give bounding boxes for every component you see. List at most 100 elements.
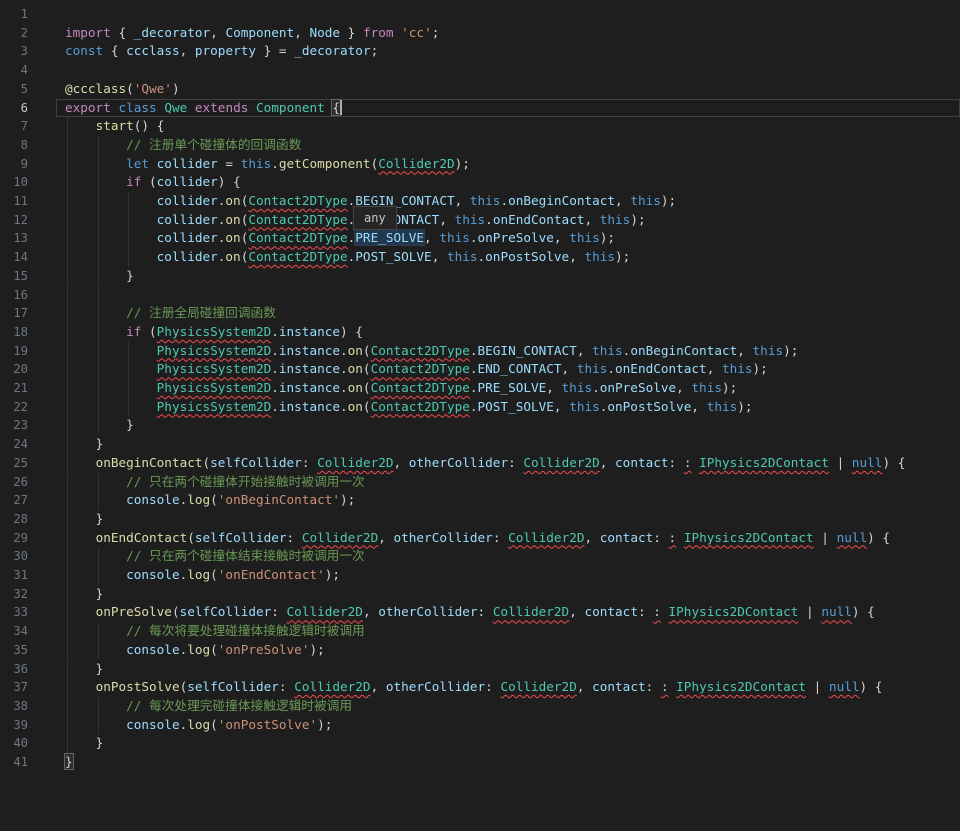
line-number[interactable]: 23 (0, 416, 28, 435)
code-line[interactable]: 20 PhysicsSystem2D.instance.on(Contact2D… (0, 360, 960, 379)
line-number[interactable]: 16 (0, 286, 28, 305)
code-line[interactable]: 7 start() { (0, 117, 960, 136)
code-line[interactable]: 25 onBeginContact(selfCollider: Collider… (0, 453, 960, 473)
code-line[interactable]: 5 @ccclass('Qwe') (0, 80, 960, 99)
code-line[interactable]: 36 } (0, 659, 960, 679)
line-number[interactable]: 4 (0, 61, 28, 80)
line-number[interactable]: 17 (0, 304, 28, 323)
code-token: ; (370, 43, 379, 59)
code-token: ( (210, 492, 218, 508)
line-number[interactable]: 14 (0, 248, 28, 267)
code-line[interactable]: 27 console.log('onBeginContact'); (0, 491, 960, 510)
line-number[interactable]: 38 (0, 697, 28, 716)
line-number[interactable]: 3 (0, 42, 28, 61)
line-content: // 每次处理完碰撞体接触逻辑时被调用 (65, 697, 352, 716)
line-number[interactable]: 39 (0, 716, 28, 735)
code-line[interactable]: 19 PhysicsSystem2D.instance.on(Contact2D… (0, 341, 960, 361)
code-line[interactable]: 22 PhysicsSystem2D.instance.on(Contact2D… (0, 397, 960, 417)
code-line[interactable]: 33 onPreSolve(selfCollider: Collider2D, … (0, 603, 960, 623)
code-line[interactable]: 24 } (0, 435, 960, 454)
code-token-error: null (828, 679, 860, 695)
code-line[interactable]: 15 } (0, 266, 960, 286)
line-number[interactable]: 8 (0, 136, 28, 155)
line-number[interactable]: 10 (0, 173, 28, 192)
line-number[interactable]: 29 (0, 529, 28, 548)
line-number[interactable]: 6 (0, 99, 28, 118)
code-line[interactable]: 34 // 每次将要处理碰撞体接触逻辑时被调用 (0, 622, 960, 641)
line-number[interactable]: 28 (0, 510, 28, 529)
code-line[interactable]: 16 (0, 285, 960, 305)
line-number[interactable]: 9 (0, 155, 28, 174)
line-number[interactable]: 21 (0, 379, 28, 398)
code-token: . (271, 380, 279, 395)
code-line[interactable]: 18 if (PhysicsSystem2D.instance) { (0, 322, 960, 342)
code-line[interactable]: 30 // 只在两个碰撞体结束接触时被调用一次 (0, 547, 960, 566)
code-line[interactable]: 11 collider.on(Contact2DType.BEGIN_CONTA… (0, 192, 960, 211)
line-number[interactable]: 34 (0, 622, 28, 641)
line-number[interactable]: 27 (0, 491, 28, 510)
code-line[interactable]: 3 const { ccclass, property } = _decorato… (0, 42, 960, 61)
code-line[interactable]: 32 } (0, 584, 960, 604)
code-token: ( (141, 174, 157, 190)
code-line[interactable]: 37 onPostSolve(selfCollider: Collider2D,… (0, 678, 960, 697)
code-line[interactable]: 6 export class Qwe extends Component { (0, 98, 960, 118)
line-number[interactable]: 7 (0, 117, 28, 136)
line-number[interactable]: 19 (0, 342, 28, 361)
line-number[interactable]: 11 (0, 192, 28, 211)
code-token: collider (156, 174, 218, 190)
code-token: 'onBeginContact' (217, 492, 341, 508)
code-line[interactable]: 35 console.log('onPreSolve'); (0, 640, 960, 660)
line-number[interactable]: 25 (0, 454, 28, 473)
code-line[interactable]: 1 (0, 5, 960, 24)
code-line[interactable]: 14 collider.on(Contact2DType.POST_SOLVE,… (0, 248, 960, 267)
line-number[interactable]: 33 (0, 603, 28, 622)
code-line[interactable]: 31 console.log('onEndContact'); (0, 566, 960, 585)
code-line[interactable]: 28 } (0, 509, 960, 529)
line-number[interactable]: 18 (0, 323, 28, 342)
line-number[interactable]: 32 (0, 585, 28, 604)
line-number[interactable]: 41 (0, 753, 28, 772)
code-line[interactable]: 12 collider.on(Contact2DType.END_CONTACT… (0, 210, 960, 230)
code-line[interactable]: 8 // 注册单个碰撞体的回调函数 (0, 135, 960, 155)
code-line[interactable]: 17 // 注册全局碰撞回调函数 (0, 304, 960, 323)
code-token: _decorator (294, 43, 371, 59)
code-line[interactable]: 41} (0, 753, 960, 772)
line-number[interactable]: 40 (0, 734, 28, 753)
code-token: selfCollider (194, 529, 287, 545)
code-token: onPostSolve (607, 398, 692, 414)
line-number[interactable]: 31 (0, 566, 28, 585)
line-number[interactable]: 22 (0, 398, 28, 417)
code-line[interactable]: 29 onEndContact(selfCollider: Collider2D… (0, 528, 960, 548)
line-number[interactable]: 20 (0, 360, 28, 379)
line-number[interactable]: 1 (0, 5, 28, 24)
line-content: console.log('onBeginContact'); (65, 491, 355, 510)
line-number[interactable]: 36 (0, 660, 28, 679)
code-line[interactable]: 40 } (0, 734, 960, 753)
line-number[interactable]: 37 (0, 678, 28, 697)
line-number[interactable]: 12 (0, 211, 28, 230)
line-number[interactable]: 35 (0, 641, 28, 660)
code-line[interactable]: 13 collider.on(Contact2DType.PRE_SOLVE, … (0, 229, 960, 249)
line-number[interactable]: 13 (0, 229, 28, 248)
code-line[interactable]: 23 } (0, 416, 960, 436)
line-number[interactable]: 5 (0, 80, 28, 99)
code-token: let (126, 155, 150, 171)
code-line[interactable]: 2 import { _decorator, Component, Node } … (0, 24, 960, 43)
line-number[interactable]: 26 (0, 473, 28, 492)
line-number[interactable]: 30 (0, 547, 28, 566)
code-line[interactable]: 21 PhysicsSystem2D.instance.on(Contact2D… (0, 379, 960, 398)
line-number[interactable]: 2 (0, 24, 28, 43)
code-line[interactable]: 9 let collider = this.getComponent(Colli… (0, 154, 960, 174)
code-line[interactable]: 10 if (collider) { (0, 173, 960, 192)
code-line[interactable]: 38 // 每次处理完碰撞体接触逻辑时被调用 (0, 696, 960, 716)
code-line[interactable]: 39 console.log('onPostSolve'); (0, 715, 960, 735)
line-number[interactable]: 15 (0, 267, 28, 286)
line-number[interactable]: 24 (0, 435, 28, 454)
code-line[interactable]: 4 (0, 61, 960, 80)
code-line[interactable]: 26 // 只在两个碰撞体开始接触时被调用一次 (0, 472, 960, 492)
code-token: collider (156, 155, 218, 171)
code-token: POST_SOLVE (355, 249, 432, 265)
